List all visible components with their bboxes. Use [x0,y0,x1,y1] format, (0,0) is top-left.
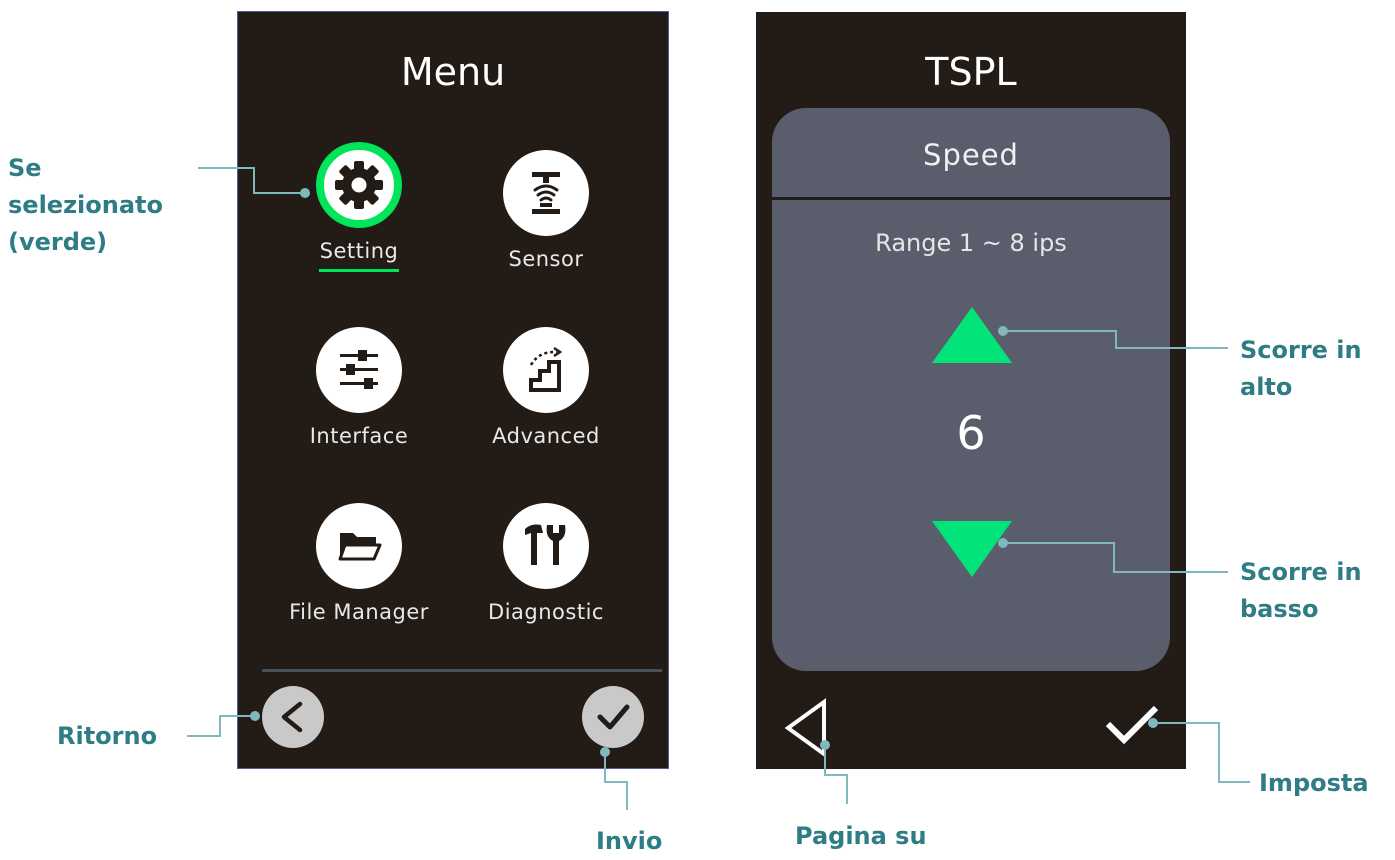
scroll-up-button[interactable] [932,307,1012,363]
callout-scroll-down-line2: basso [1240,595,1319,623]
menu-item-label: Interface [309,424,409,448]
menu-title: Menu [400,50,506,94]
callout-selected-line3: (verde) [8,228,108,256]
callout-scroll-up: Scorre in alto [1240,332,1362,406]
callout-return: Ritorno [57,722,158,750]
callout-set: Imposta [1259,769,1369,797]
triangle-down-icon [932,521,1012,577]
sliders-icon [316,327,402,413]
panel-title: Speed [923,138,1019,172]
callout-selected-line2: selezionato [8,191,163,219]
menu-item-label: Sensor [508,247,584,271]
callout-scroll-up-line2: alto [1240,373,1293,401]
menu-divider [262,669,662,672]
triangle-up-icon [932,307,1012,363]
menu-screen: Menu Setting Sensor Interface Advanced F… [237,11,669,769]
triangle-left-outline-icon [784,698,826,758]
callout-scroll-down: Scorre in basso [1240,554,1362,628]
menu-item-label: Advanced [492,424,600,448]
speed-panel: Speed Range 1 ~ 8 ips 6 [772,108,1170,671]
callout-selected: Se selezionato (verde) [8,150,163,261]
range-text: Range 1 ~ 8 ips [875,229,1067,257]
callout-page-up: Pagina su [795,822,927,850]
menu-item-interface[interactable]: Interface [269,327,449,477]
menu-item-label: Diagnostic [488,600,604,624]
selection-underline [319,269,399,272]
folder-icon [316,503,402,589]
chevron-left-icon [281,701,303,733]
callout-scroll-up-line1: Scorre in [1240,336,1362,364]
menu-item-label: Setting [319,239,399,263]
speed-value: 6 [956,406,986,460]
gear-icon [316,142,402,228]
sensor-icon [503,150,589,236]
menu-item-sensor[interactable]: Sensor [456,150,636,300]
panel-header: Speed [772,108,1170,200]
set-button[interactable] [1104,702,1160,746]
page-up-button[interactable] [782,698,830,758]
menu-item-advanced[interactable]: Advanced [456,327,636,477]
menu-item-label: File Manager [289,600,429,624]
scroll-down-button[interactable] [932,521,1012,577]
enter-button[interactable] [582,686,644,748]
tspl-screen: TSPL Speed Range 1 ~ 8 ips 6 [756,12,1186,769]
back-button[interactable] [262,686,324,748]
menu-item-setting[interactable]: Setting [269,142,449,292]
checkmark-icon [597,704,630,730]
callout-enter: Invio [596,827,663,855]
tspl-title: TSPL [925,50,1017,94]
callout-scroll-down-line1: Scorre in [1240,558,1362,586]
callout-selected-line1: Se [8,154,42,182]
stairs-icon [503,327,589,413]
tools-icon [503,503,589,589]
checkmark-icon [1105,705,1159,745]
menu-item-file-manager[interactable]: File Manager [269,503,449,653]
menu-item-diagnostic[interactable]: Diagnostic [456,503,636,653]
